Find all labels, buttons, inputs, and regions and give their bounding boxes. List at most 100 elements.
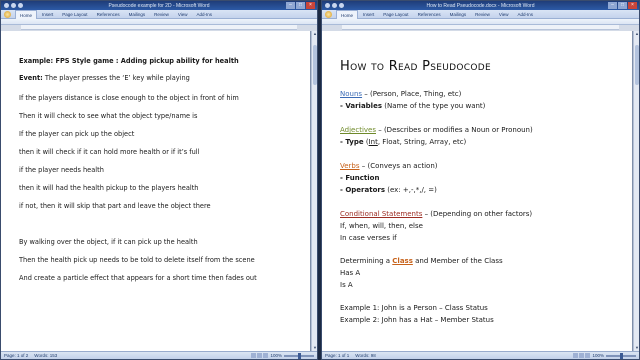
- tab-page-layout[interactable]: Page Layout: [58, 10, 91, 19]
- doc-line: By walking over the object, if it can pi…: [19, 238, 198, 246]
- left-word-window: Pseudocode example for 2D - Microsoft Wo…: [0, 0, 318, 360]
- zoom-slider-knob[interactable]: [620, 352, 623, 359]
- doc-line: If the player can pick up the object: [19, 130, 135, 138]
- print-layout-icon[interactable]: [573, 353, 579, 358]
- maximize-button[interactable]: □: [618, 2, 627, 9]
- tab-insert[interactable]: Insert: [359, 10, 378, 19]
- vertical-scrollbar[interactable]: ▲ ▼: [633, 31, 639, 351]
- minimize-button[interactable]: –: [608, 2, 617, 9]
- verbs-term: Verbs: [340, 162, 360, 170]
- doc-line: Adjectives – (Describes or modifies a No…: [340, 126, 533, 134]
- tab-add-ins[interactable]: Add-Ins: [193, 10, 217, 19]
- doc-line: if not, then it will skip that part and …: [19, 202, 211, 210]
- vertical-scrollbar[interactable]: ▲ ▼: [311, 31, 317, 351]
- view-buttons: [251, 353, 269, 358]
- scroll-thumb[interactable]: [313, 45, 317, 85]
- close-button[interactable]: ×: [628, 2, 637, 9]
- print-layout-icon[interactable]: [251, 353, 257, 358]
- redo-icon[interactable]: [18, 3, 23, 8]
- scroll-up-icon[interactable]: ▲: [312, 31, 317, 37]
- document-page[interactable]: Example: FPS Style game : Adding pickup …: [1, 31, 311, 351]
- page-count[interactable]: Page: 1 of 1: [325, 353, 349, 358]
- tab-view[interactable]: View: [495, 10, 513, 19]
- office-button[interactable]: [325, 10, 332, 18]
- adjectives-term: Adjectives: [340, 126, 376, 134]
- quick-access-toolbar: [4, 3, 23, 8]
- doc-line: Verbs – (Conveys an action): [340, 162, 438, 170]
- doc-line: then it will check if it can hold more h…: [19, 148, 200, 156]
- doc-line: And create a particle effect that appear…: [19, 274, 257, 282]
- title-bar[interactable]: Pseudocode example for 2D - Microsoft Wo…: [1, 1, 317, 10]
- doc-line: - Variables (Name of the type you want): [340, 102, 486, 110]
- doc-line: Conditional Statements – (Depending on o…: [340, 210, 533, 218]
- word-count[interactable]: Words: 98: [355, 353, 375, 358]
- tab-mailings[interactable]: Mailings: [446, 10, 471, 19]
- full-screen-icon[interactable]: [579, 353, 585, 358]
- view-buttons: [573, 353, 591, 358]
- zoom-level[interactable]: 100%: [592, 353, 604, 358]
- tab-home[interactable]: Home: [336, 9, 359, 19]
- status-bar: Page: 1 of 1 Words: 98 100%: [322, 351, 639, 359]
- doc-line: Then it will check to see what the objec…: [19, 112, 198, 120]
- tab-view[interactable]: View: [174, 10, 192, 19]
- tab-mailings[interactable]: Mailings: [125, 10, 150, 19]
- tab-review[interactable]: Review: [150, 10, 173, 19]
- tab-add-ins[interactable]: Add-Ins: [514, 10, 538, 19]
- window-title: Pseudocode example for 2D - Microsoft Wo…: [108, 2, 210, 9]
- web-layout-icon[interactable]: [585, 353, 591, 358]
- word-count[interactable]: Words: 153: [34, 353, 57, 358]
- doc-line: Example 1: John is a Person – Class Stat…: [340, 304, 488, 312]
- doc-line: Nouns – (Person, Place, Thing, etc): [340, 90, 462, 98]
- doc-line: Example: FPS Style game : Adding pickup …: [19, 57, 239, 65]
- maximize-button[interactable]: □: [296, 2, 305, 9]
- title-bar[interactable]: How to Read Pseudocode.docx - Microsoft …: [322, 1, 639, 10]
- zoom-level[interactable]: 100%: [270, 353, 282, 358]
- undo-icon[interactable]: [11, 3, 16, 8]
- tab-references[interactable]: References: [93, 10, 124, 19]
- status-bar: Page: 1 of 2 Words: 153 100%: [1, 351, 317, 359]
- doc-line: If, when, will, then, else: [340, 222, 423, 230]
- zoom-control: 100%: [573, 352, 636, 359]
- zoom-slider[interactable]: [606, 352, 636, 359]
- document-area: Example: FPS Style game : Adding pickup …: [1, 31, 317, 351]
- full-screen-icon[interactable]: [257, 353, 263, 358]
- doc-line: Event: The player presses the ‘E’ key wh…: [19, 74, 190, 82]
- save-icon[interactable]: [4, 3, 9, 8]
- scroll-thumb[interactable]: [635, 45, 639, 85]
- tab-review[interactable]: Review: [471, 10, 494, 19]
- conditional-term: Conditional Statements: [340, 210, 423, 218]
- page-count[interactable]: Page: 1 of 2: [4, 353, 28, 358]
- doc-line: Has A: [340, 269, 361, 277]
- zoom-control: 100%: [251, 352, 314, 359]
- doc-line: - Type (Int, Float, String, Array, etc): [340, 138, 467, 146]
- zoom-slider-knob[interactable]: [298, 352, 301, 359]
- tab-home[interactable]: Home: [15, 9, 38, 19]
- undo-icon[interactable]: [332, 3, 337, 8]
- doc-line: if the player needs health: [19, 166, 104, 174]
- office-button[interactable]: [4, 10, 11, 18]
- ruler[interactable]: [21, 25, 297, 30]
- web-layout-icon[interactable]: [263, 353, 269, 358]
- ruler[interactable]: [342, 25, 619, 30]
- ribbon-tabs: Home Insert Page Layout References Maili…: [322, 9, 639, 19]
- window-title: How to Read Pseudocode.docx - Microsoft …: [426, 2, 535, 9]
- tab-references[interactable]: References: [414, 10, 445, 19]
- minimize-button[interactable]: –: [286, 2, 295, 9]
- close-button[interactable]: ×: [306, 2, 315, 9]
- redo-icon[interactable]: [339, 3, 344, 8]
- document-page[interactable]: How to Read Pseudocode Nouns – (Person, …: [322, 31, 633, 351]
- ribbon-tabs: Home Insert Page Layout References Maili…: [1, 9, 317, 19]
- doc-line: Is A: [340, 281, 353, 289]
- save-icon[interactable]: [325, 3, 330, 8]
- window-controls: – □ ×: [608, 2, 637, 9]
- nouns-term: Nouns: [340, 90, 363, 98]
- tab-page-layout[interactable]: Page Layout: [379, 10, 412, 19]
- tab-insert[interactable]: Insert: [38, 10, 57, 19]
- doc-line: - Function: [340, 174, 380, 182]
- zoom-slider[interactable]: [284, 352, 314, 359]
- doc-line: If the players distance is close enough …: [19, 94, 239, 102]
- window-controls: – □ ×: [286, 2, 315, 9]
- page-title: How to Read Pseudocode: [340, 59, 491, 74]
- quick-access-toolbar: [325, 3, 344, 8]
- scroll-up-icon[interactable]: ▲: [634, 31, 639, 37]
